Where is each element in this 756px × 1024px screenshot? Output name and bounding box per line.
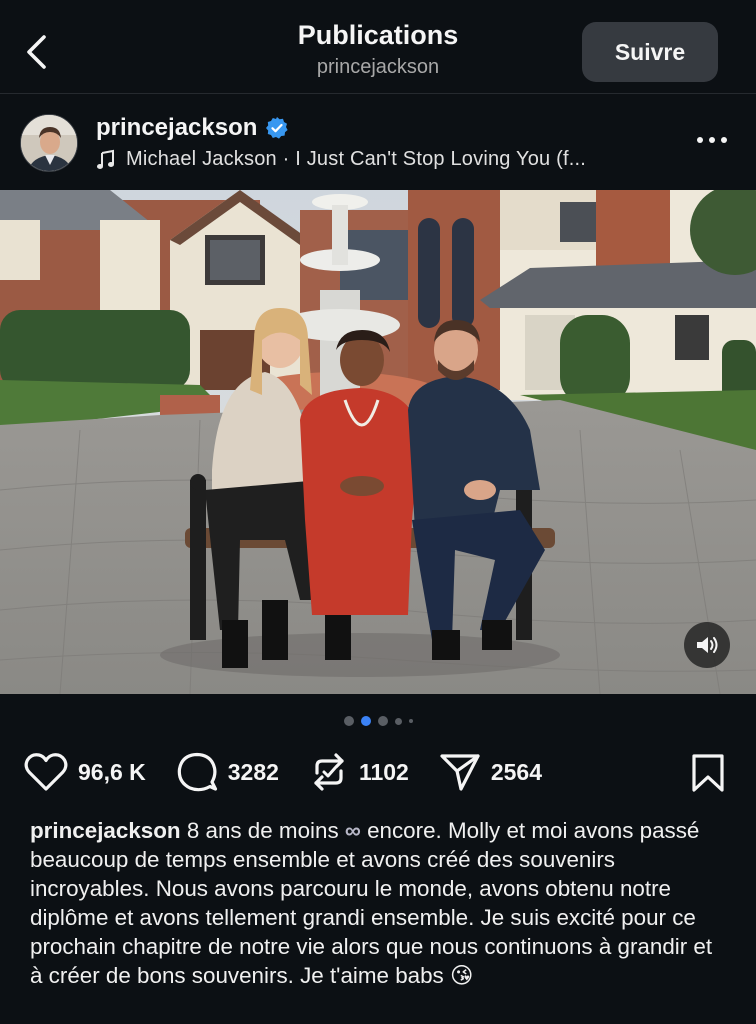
- post-header: princejackson Michael Jackson · I Just C…: [0, 94, 756, 190]
- like-button[interactable]: 96,6 K: [24, 752, 146, 792]
- share-button[interactable]: 2564: [439, 752, 542, 792]
- carousel-dot: [343, 716, 354, 726]
- caption-text: encore. Molly et moi avons passé beaucou…: [30, 818, 713, 988]
- verified-badge-icon: [266, 117, 289, 139]
- music-note-icon: [97, 149, 114, 169]
- top-header: Publications princejackson Suivre: [0, 0, 756, 94]
- share-count: 2564: [490, 758, 543, 785]
- repost-icon: [314, 753, 344, 791]
- heart-icon: [24, 753, 68, 791]
- more-options-button[interactable]: [692, 128, 732, 152]
- bookmark-icon: [692, 754, 724, 792]
- avatar[interactable]: [20, 114, 78, 172]
- volume-button[interactable]: [684, 622, 730, 668]
- avatar-image: [21, 115, 77, 171]
- username-row: princejackson: [96, 114, 289, 142]
- save-button[interactable]: [688, 752, 728, 794]
- post-image: [0, 190, 756, 694]
- comment-count: 3282: [227, 758, 279, 785]
- volume-icon: [697, 637, 718, 653]
- caption-username[interactable]: princejackson: [30, 818, 181, 843]
- carousel-dot-active: [360, 716, 371, 726]
- music-row[interactable]: Michael Jackson · I Just Can't Stop Lovi…: [96, 148, 656, 171]
- post-caption: princejackson 8 ans de moins ∞ encore. M…: [30, 816, 730, 990]
- more-icon: [697, 137, 727, 143]
- follow-button[interactable]: Suivre: [582, 22, 718, 82]
- carousel-dot: [377, 716, 388, 726]
- music-track: Michael Jackson · I Just Can't Stop Lovi…: [126, 148, 587, 170]
- repost-button[interactable]: 1102: [309, 751, 409, 793]
- carousel-dot: [394, 717, 402, 725]
- share-icon: [440, 754, 480, 791]
- comment-icon: [177, 752, 217, 792]
- action-bar: 96,6 K 3282 1102 2564: [24, 748, 572, 796]
- carousel-dot: [408, 719, 413, 723]
- comment-button[interactable]: 3282: [176, 751, 279, 793]
- like-count: 96,6 K: [78, 758, 146, 785]
- post-photo[interactable]: [0, 190, 756, 694]
- carousel-indicator: [0, 716, 756, 726]
- repost-count: 1102: [358, 758, 409, 785]
- post-username[interactable]: princejackson: [96, 114, 257, 142]
- infinity-emoji: ∞: [344, 818, 361, 843]
- kiss-emoji: 😘: [449, 963, 474, 988]
- caption-text-start: 8 ans de moins: [180, 818, 345, 843]
